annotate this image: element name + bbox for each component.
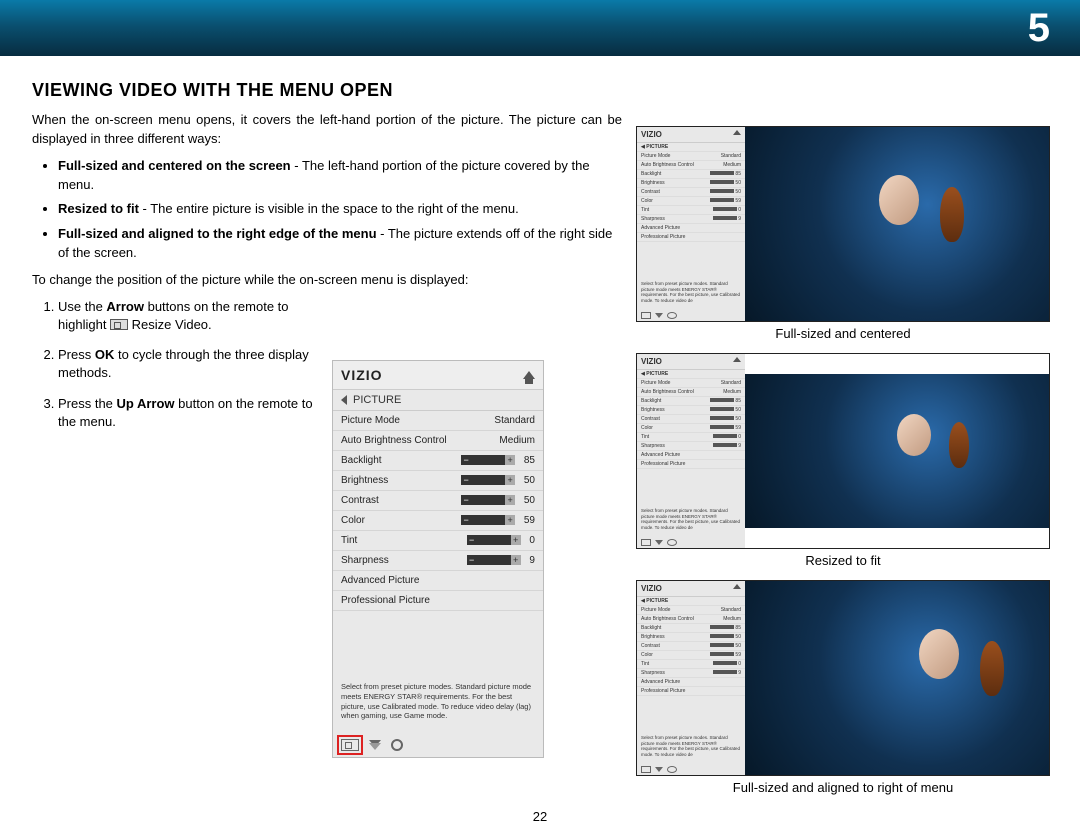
osd-section-title: PICTURE	[353, 394, 401, 406]
thumbnail-aligned: VIZIO◀ PICTUREPicture ModeStandardAuto B…	[636, 580, 1050, 776]
section-heading: VIEWING VIDEO WITH THE MENU OPEN	[32, 80, 622, 101]
page-number: 22	[0, 809, 1080, 824]
thumbnail-centered: VIZIO◀ PICTUREPicture ModeStandardAuto B…	[636, 126, 1050, 322]
gear-icon[interactable]	[391, 739, 403, 751]
setting-value: Standard	[494, 415, 535, 426]
setting-label: Professional Picture	[341, 595, 430, 606]
resize-video-icon[interactable]	[341, 739, 359, 751]
osd-setting-row[interactable]: Picture Mode Standard	[333, 411, 543, 431]
caption-aligned: Full-sized and aligned to right of menu	[636, 780, 1050, 795]
setting-value: 85	[521, 455, 535, 466]
osd-setting-row[interactable]: Sharpness −+ 9	[333, 551, 543, 571]
mini-osd-menu: VIZIO◀ PICTUREPicture ModeStandardAuto B…	[637, 581, 745, 775]
steps-list: Use the Arrow buttons on the remote to h…	[32, 298, 332, 431]
osd-setting-row[interactable]: Tint −+ 0	[333, 531, 543, 551]
setting-label: Picture Mode	[341, 415, 400, 426]
osd-setting-row[interactable]: Auto Brightness Control Medium	[333, 431, 543, 451]
setting-label: Brightness	[341, 475, 388, 486]
list-item: Resized to fit - The entire picture is v…	[58, 200, 622, 219]
setting-value: 0	[527, 535, 535, 546]
osd-footer-icons	[341, 739, 403, 751]
setting-label: Color	[341, 515, 365, 526]
change-intro-paragraph: To change the position of the picture wh…	[32, 271, 622, 290]
setting-value: Medium	[499, 435, 535, 446]
osd-setting-row[interactable]: Color −+ 59	[333, 511, 543, 531]
slider-control[interactable]: −+	[461, 515, 515, 525]
list-item: Full-sized and aligned to the right edge…	[58, 225, 622, 263]
slider-control[interactable]: −+	[461, 455, 515, 465]
step-item: Use the Arrow buttons on the remote to h…	[58, 298, 332, 334]
osd-setting-row[interactable]: Professional Picture	[333, 591, 543, 611]
osd-description: Select from preset picture modes. Standa…	[341, 682, 535, 721]
setting-label: Tint	[341, 535, 357, 546]
slider-control[interactable]: −+	[467, 535, 521, 545]
chapter-number-bar: 5	[0, 0, 1080, 56]
osd-setting-row[interactable]: Backlight −+ 85	[333, 451, 543, 471]
setting-label: Backlight	[341, 455, 382, 466]
vizio-logo: VIZIO	[341, 367, 383, 383]
home-icon[interactable]	[523, 371, 535, 379]
mini-osd-menu: VIZIO◀ PICTUREPicture ModeStandardAuto B…	[637, 354, 745, 548]
back-arrow-icon[interactable]	[341, 395, 347, 405]
caption-resized: Resized to fit	[636, 553, 1050, 568]
osd-setting-row[interactable]: Brightness −+ 50	[333, 471, 543, 491]
setting-label: Advanced Picture	[341, 575, 419, 586]
step-item: Press OK to cycle through the three disp…	[58, 346, 332, 382]
osd-menu-large: VIZIO PICTURE Picture Mode Standard Auto B…	[332, 360, 544, 758]
setting-value: 50	[521, 475, 535, 486]
setting-label: Auto Brightness Control	[341, 435, 447, 446]
setting-label: Sharpness	[341, 555, 389, 566]
thumbnail-resized: VIZIO◀ PICTUREPicture ModeStandardAuto B…	[636, 353, 1050, 549]
setting-value: 50	[521, 495, 535, 506]
osd-setting-row[interactable]: Advanced Picture	[333, 571, 543, 591]
setting-label: Contrast	[341, 495, 379, 506]
resize-video-icon	[110, 319, 128, 330]
mini-osd-menu: VIZIO◀ PICTUREPicture ModeStandardAuto B…	[637, 127, 745, 321]
thumbnails-column: VIZIO◀ PICTUREPicture ModeStandardAuto B…	[636, 126, 1050, 807]
display-mode-list: Full-sized and centered on the screen - …	[32, 157, 622, 263]
setting-value: 59	[521, 515, 535, 526]
intro-paragraph: When the on-screen menu opens, it covers…	[32, 111, 622, 149]
setting-value: 9	[527, 555, 535, 566]
slider-control[interactable]: −+	[461, 475, 515, 485]
slider-control[interactable]: −+	[461, 495, 515, 505]
caption-centered: Full-sized and centered	[636, 326, 1050, 341]
osd-setting-row[interactable]: Contrast −+ 50	[333, 491, 543, 511]
list-item: Full-sized and centered on the screen - …	[58, 157, 622, 195]
step-item: Press the Up Arrow button on the remote …	[58, 395, 332, 431]
slider-control[interactable]: −+	[467, 555, 521, 565]
